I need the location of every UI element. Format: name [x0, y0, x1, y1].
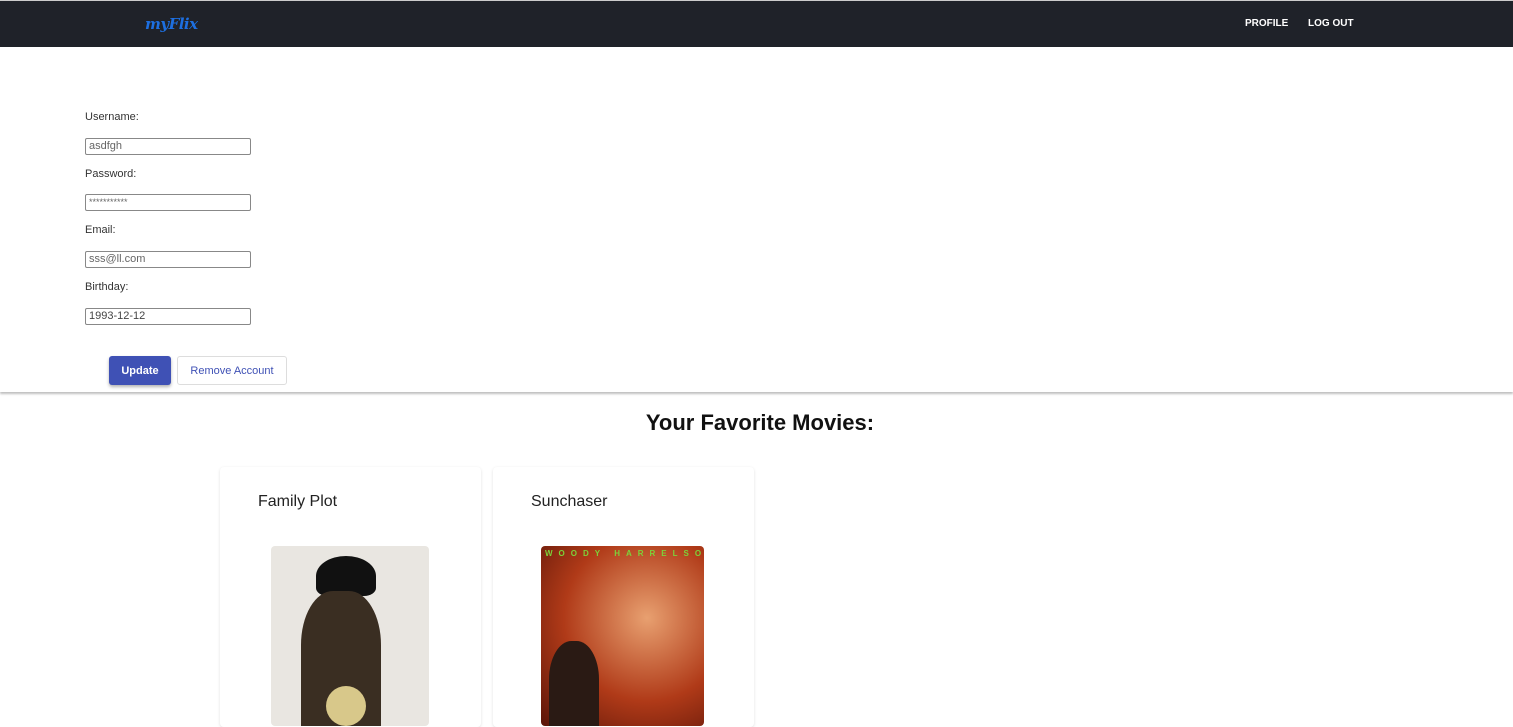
logo[interactable]: myFlix: [145, 15, 198, 33]
movie-card[interactable]: Family Plot: [220, 467, 481, 727]
username-label: Username:: [85, 111, 139, 123]
movie-poster[interactable]: [271, 546, 429, 726]
movie-title: Sunchaser: [531, 493, 608, 510]
profile-form-section: [0, 47, 1513, 392]
movie-title: Family Plot: [258, 493, 338, 510]
movie-poster[interactable]: WOODY HARRELSON: [541, 546, 704, 726]
email-input[interactable]: sss@ll.com: [85, 251, 251, 268]
poster-text: WOODY HARRELSON: [545, 549, 704, 558]
remove-account-button[interactable]: Remove Account: [177, 356, 287, 385]
username-input[interactable]: asdfgh: [85, 138, 251, 155]
favorites-heading: Your Favorite Movies:: [645, 410, 875, 435]
email-label: Email:: [85, 224, 116, 236]
password-label: Password:: [85, 168, 137, 180]
nav-logout-link[interactable]: LOG OUT: [1308, 18, 1354, 29]
update-button[interactable]: Update: [109, 356, 171, 385]
birthday-input[interactable]: 1993-12-12: [85, 308, 251, 325]
navbar: myFlix PROFILE LOG OUT: [0, 0, 1513, 47]
password-input[interactable]: ***********: [85, 194, 251, 211]
birthday-label: Birthday:: [85, 281, 129, 293]
movie-card[interactable]: Sunchaser WOODY HARRELSON: [493, 467, 754, 727]
nav-profile-link[interactable]: PROFILE: [1245, 18, 1288, 29]
